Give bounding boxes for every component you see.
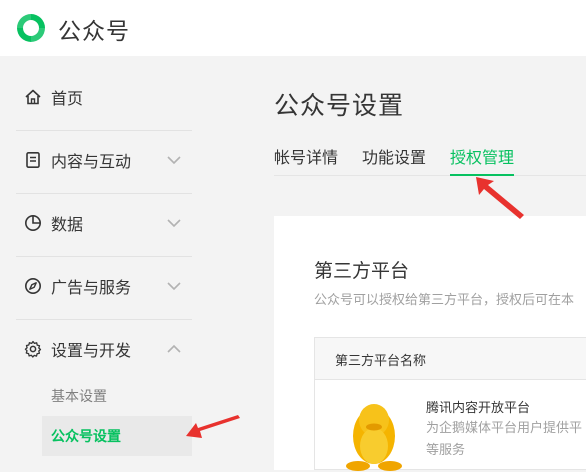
gear-icon bbox=[24, 340, 42, 358]
sidebar-item-label: 数据 bbox=[51, 215, 84, 234]
wechat-official-account-logo-icon[interactable] bbox=[14, 11, 48, 45]
chevron-down-icon bbox=[167, 156, 181, 165]
sidebar-subitem-basic-settings[interactable]: 基本设置 bbox=[42, 376, 192, 416]
document-icon bbox=[26, 151, 40, 168]
sidebar: 首页 内容与互动 数据 广告与服务 设置与开发 基本设置 公众号设置 bbox=[0, 56, 252, 470]
sidebar-item-data[interactable]: 数据 bbox=[0, 194, 192, 256]
brand-name: 公众号 bbox=[58, 19, 130, 45]
platform-name: 腾讯内容开放平台 bbox=[426, 401, 531, 416]
sidebar-item-content[interactable]: 内容与互动 bbox=[0, 131, 192, 193]
column-header-platform-name: 第三方平台名称 bbox=[335, 354, 427, 369]
chevron-up-icon bbox=[167, 344, 181, 353]
annotation-arrow-sidebar bbox=[186, 415, 240, 438]
tencent-penguin-icon bbox=[346, 404, 402, 471]
chevron-down-icon bbox=[167, 282, 181, 291]
top-bar: 公众号 bbox=[0, 0, 586, 56]
platform-description: 为企鹅媒体平台用户提供平 等服务 bbox=[426, 421, 583, 458]
section-title: 第三方平台 bbox=[314, 260, 410, 282]
page-title: 公众号设置 bbox=[274, 91, 405, 120]
annotation-arrow-tab bbox=[476, 177, 524, 219]
section-description: 公众号可以授权给第三方平台，授权后可在本 bbox=[314, 293, 575, 308]
table-header: 第三方平台名称 bbox=[315, 338, 586, 380]
sidebar-item-settings-dev[interactable]: 设置与开发 bbox=[0, 320, 192, 382]
platform-table: 第三方平台名称 腾讯内容开放平台 为企鹅媒体平台用户提供平 等服务 bbox=[314, 337, 586, 471]
main-content: 公众号设置 帐号详情 功能设置 授权管理 第三方平台 公众号可以授权给第三方平台… bbox=[252, 56, 586, 471]
home-icon bbox=[25, 89, 41, 105]
sidebar-item-label: 设置与开发 bbox=[51, 341, 132, 360]
chevron-down-icon bbox=[167, 219, 181, 228]
sidebar-item-home[interactable]: 首页 bbox=[0, 68, 192, 130]
tab-authorization-management[interactable]: 授权管理 bbox=[450, 144, 515, 176]
pie-chart-icon bbox=[25, 215, 41, 231]
compass-icon bbox=[25, 278, 41, 294]
sidebar-item-ads-services[interactable]: 广告与服务 bbox=[0, 257, 192, 319]
sidebar-item-label: 内容与互动 bbox=[51, 152, 132, 171]
sidebar-item-label: 广告与服务 bbox=[51, 278, 132, 297]
sidebar-item-label: 首页 bbox=[51, 89, 84, 108]
tab-bar: 帐号详情 功能设置 授权管理 bbox=[274, 142, 586, 176]
tab-feature-settings[interactable]: 功能设置 bbox=[362, 144, 426, 176]
third-party-card: 第三方平台 公众号可以授权给第三方平台，授权后可在本 第三方平台名称 腾讯内容开… bbox=[274, 216, 586, 471]
tab-account-details[interactable]: 帐号详情 bbox=[274, 144, 338, 176]
sidebar-subitem-account-settings[interactable]: 公众号设置 bbox=[42, 416, 192, 456]
